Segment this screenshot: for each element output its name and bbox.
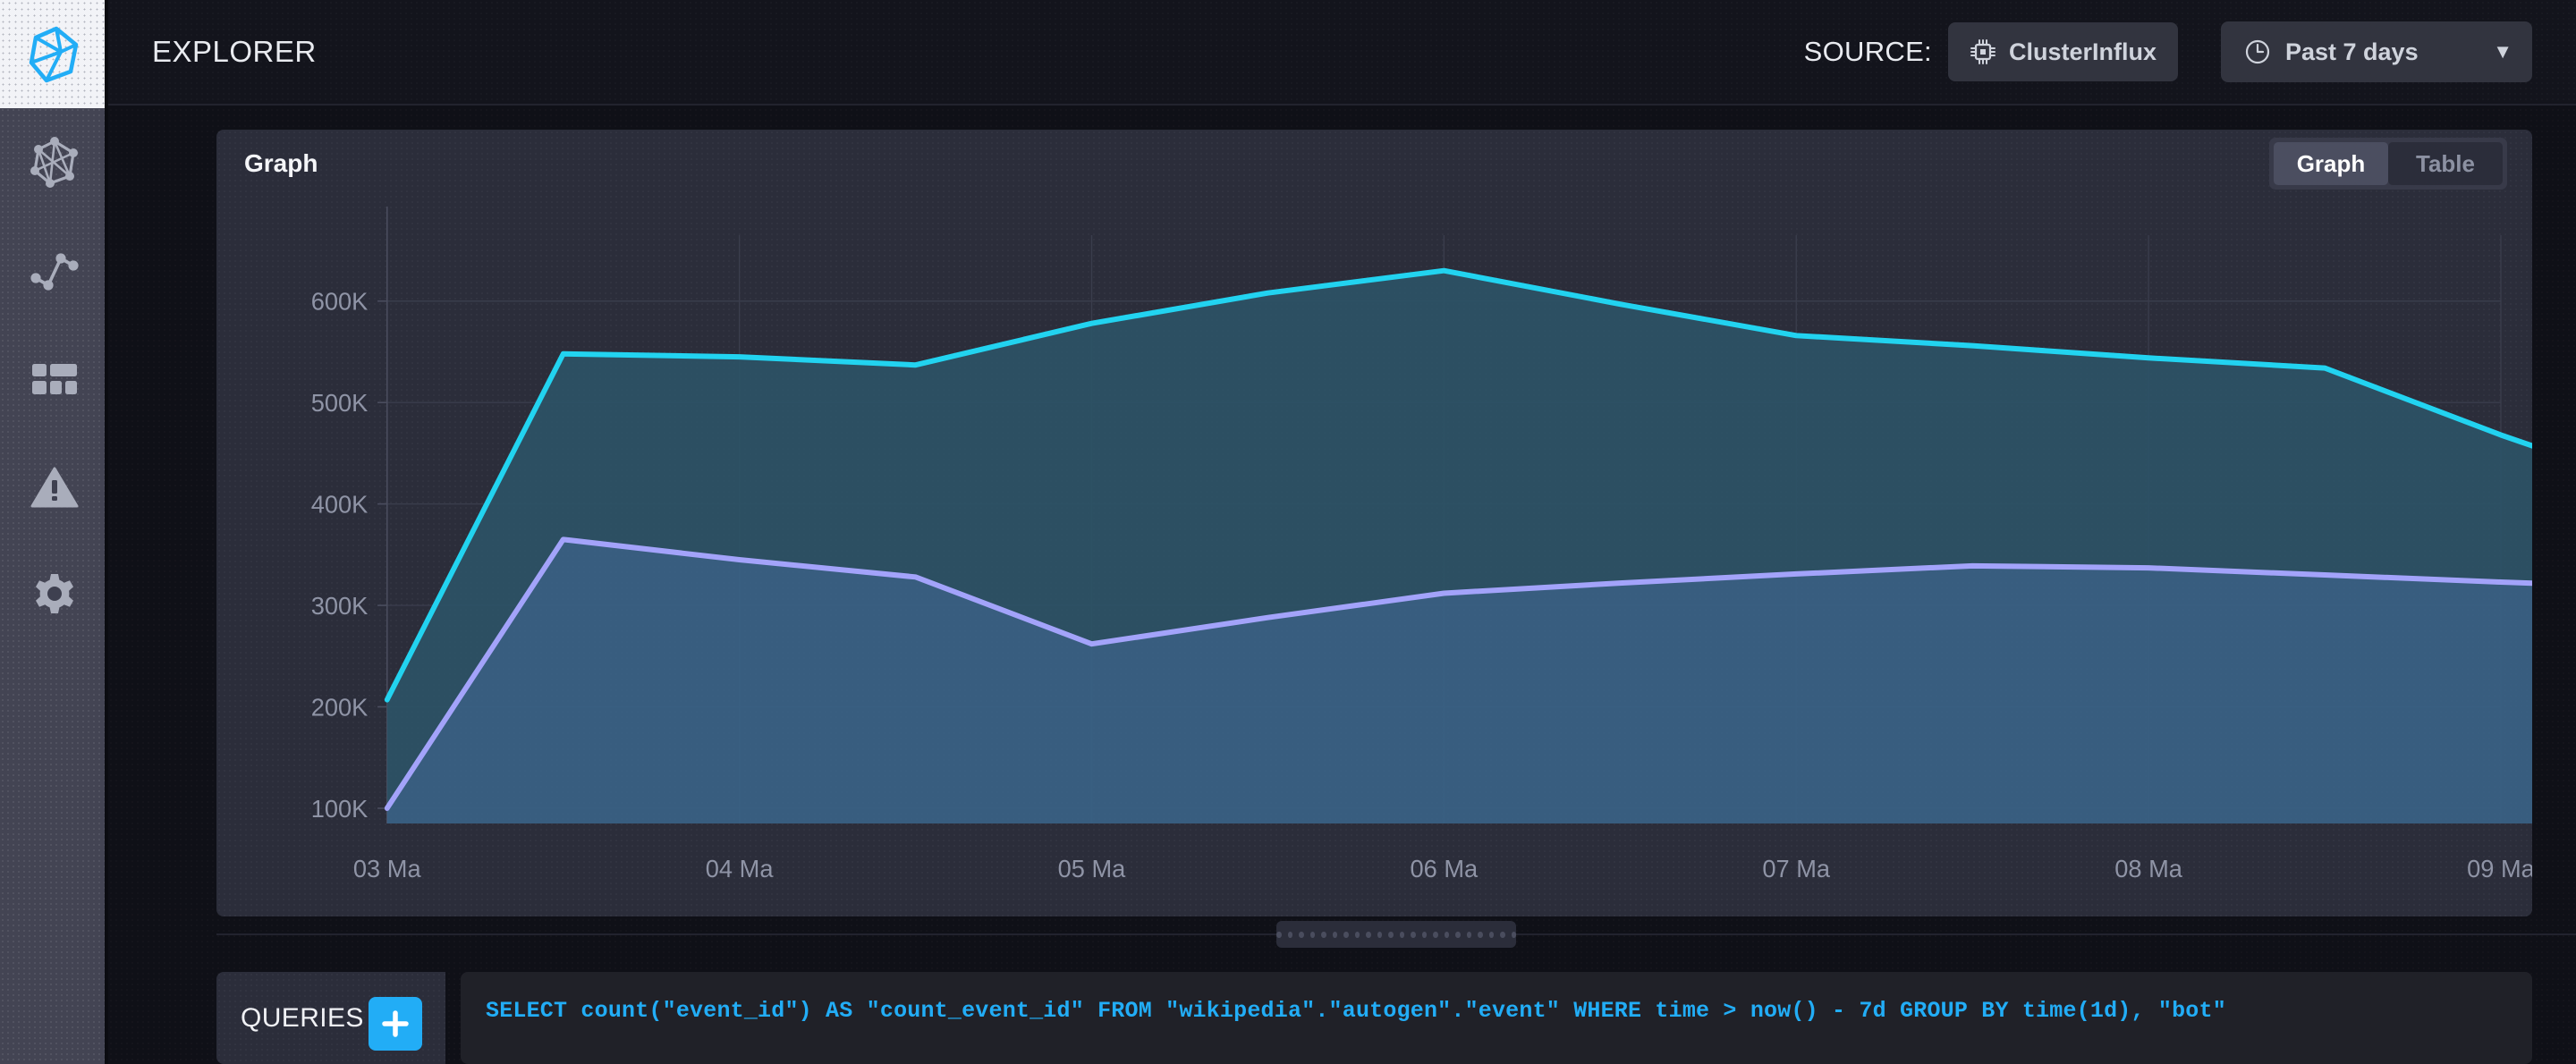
- x-axis-label: 03 Ma: [353, 855, 421, 882]
- x-axis-label: 07 Ma: [1762, 855, 1830, 882]
- grip-dot: [1287, 931, 1292, 938]
- app-root: EXPLORER SOURCE: ClusterInflux Past 7 da…: [0, 0, 2576, 1064]
- grip-dot: [1366, 931, 1371, 938]
- x-axis-label: 09 Ma: [2467, 855, 2532, 882]
- x-axis-label: 06 Ma: [1411, 855, 1479, 882]
- main-area: EXPLORER SOURCE: ClusterInflux Past 7 da…: [108, 0, 2576, 1064]
- graph-panel-title: Graph: [244, 149, 318, 177]
- alert-triangle-icon: [30, 467, 78, 507]
- sidebar-item-dashboards[interactable]: [0, 325, 108, 433]
- grip-dot: [1354, 931, 1360, 938]
- time-range-dropdown[interactable]: Past 7 days ▼: [2221, 21, 2532, 82]
- y-axis-label: 400K: [311, 490, 369, 518]
- grip-dot: [1399, 931, 1404, 938]
- stacked-area-chart[interactable]: 100K 200K 300K 400K 500K 600K 03 Ma 04 Ma 05 Ma 0…: [216, 198, 2532, 904]
- grip-dot: [1411, 931, 1416, 938]
- app-logo[interactable]: [0, 0, 108, 108]
- grip-dot: [1309, 931, 1315, 938]
- add-query-button[interactable]: [369, 997, 422, 1051]
- network-polyhedron-icon: [30, 136, 78, 188]
- y-axis-label: 200K: [311, 693, 369, 721]
- grip-dot: [1421, 931, 1427, 938]
- influx-polyhedron-logo-icon: [29, 26, 78, 82]
- x-axis-label: 04 Ma: [706, 855, 774, 882]
- graph-panel: Graph Graph Table 100K 200K 300K 400K 500K 60…: [216, 130, 2532, 916]
- grip-dot: [1276, 931, 1282, 938]
- y-axis-label: 600K: [311, 287, 369, 315]
- queries-panel: QUERIES: [216, 972, 445, 1064]
- grip-dot: [1343, 931, 1349, 938]
- y-axis-label: 300K: [311, 592, 369, 620]
- grip-dot: [1388, 931, 1394, 938]
- y-axis-label: 500K: [311, 389, 369, 417]
- sidebar-item-data-explorer[interactable]: [0, 216, 108, 325]
- x-axis-label: 05 Ma: [1058, 855, 1126, 882]
- graph-panel-wrap: Graph Graph Table 100K 200K 300K 400K 500K 60…: [108, 106, 2576, 916]
- sidebar-item-configuration[interactable]: [0, 541, 108, 649]
- source-button-label: ClusterInflux: [2008, 38, 2157, 65]
- grip-dot: [1377, 931, 1382, 938]
- grip-dot: [1511, 931, 1516, 938]
- time-range-label: Past 7 days: [2285, 38, 2419, 65]
- grip-dot: [1488, 931, 1494, 938]
- plus-icon: [382, 1010, 409, 1037]
- grip-dot: [1332, 931, 1337, 938]
- chip-icon: [1970, 39, 1996, 64]
- source-label: SOURCE:: [1803, 36, 1932, 67]
- grip-dot: [1455, 931, 1461, 938]
- x-axis-label: 08 Ma: [2114, 855, 2182, 882]
- grip-dot: [1478, 931, 1483, 938]
- clock-icon: [2245, 39, 2270, 64]
- sidebar-item-alerting[interactable]: [0, 433, 108, 541]
- content-area: Graph Graph Table 100K 200K 300K 400K 500K 60…: [108, 106, 2576, 1064]
- grip-dot: [1500, 931, 1505, 938]
- grip-dot: [1444, 931, 1449, 938]
- line-graph-icon: [30, 252, 79, 291]
- view-toggle-group: Graph Table: [2269, 138, 2507, 190]
- top-header: EXPLORER SOURCE: ClusterInflux Past 7 da…: [108, 0, 2576, 106]
- query-editor[interactable]: SELECT count("event_id") AS "count_event…: [461, 972, 2532, 1064]
- queries-section: QUERIES SELECT count("event_id") AS "cou…: [108, 952, 2576, 1064]
- sidebar: [0, 0, 108, 1064]
- page-title: EXPLORER: [152, 35, 317, 68]
- y-axis-label: 100K: [311, 795, 369, 823]
- tab-graph[interactable]: Graph: [2274, 142, 2388, 185]
- panel-divider: [108, 916, 2576, 952]
- dashboard-grid-icon: [31, 363, 77, 394]
- chart-area[interactable]: 100K 200K 300K 400K 500K 600K 03 Ma 04 Ma 05 Ma 0…: [216, 198, 2532, 904]
- queries-title: QUERIES: [241, 1003, 364, 1033]
- grip-dot: [1321, 931, 1326, 938]
- grip-dot: [1299, 931, 1304, 938]
- query-text: SELECT count("event_id") AS "count_event…: [486, 998, 2226, 1024]
- source-button[interactable]: ClusterInflux: [1947, 22, 2178, 81]
- header-controls: SOURCE: ClusterInflux Past 7 days ▼: [1804, 21, 2532, 82]
- sidebar-item-hosts[interactable]: [0, 108, 108, 216]
- chevron-down-icon: ▼: [2493, 40, 2512, 63]
- gear-icon: [35, 573, 73, 613]
- tab-table[interactable]: Table: [2388, 142, 2503, 185]
- graph-panel-header: Graph Graph Table: [216, 130, 2532, 198]
- panel-resize-handle[interactable]: [1276, 921, 1516, 948]
- grip-dot: [1466, 931, 1471, 938]
- grip-dot: [1433, 931, 1438, 938]
